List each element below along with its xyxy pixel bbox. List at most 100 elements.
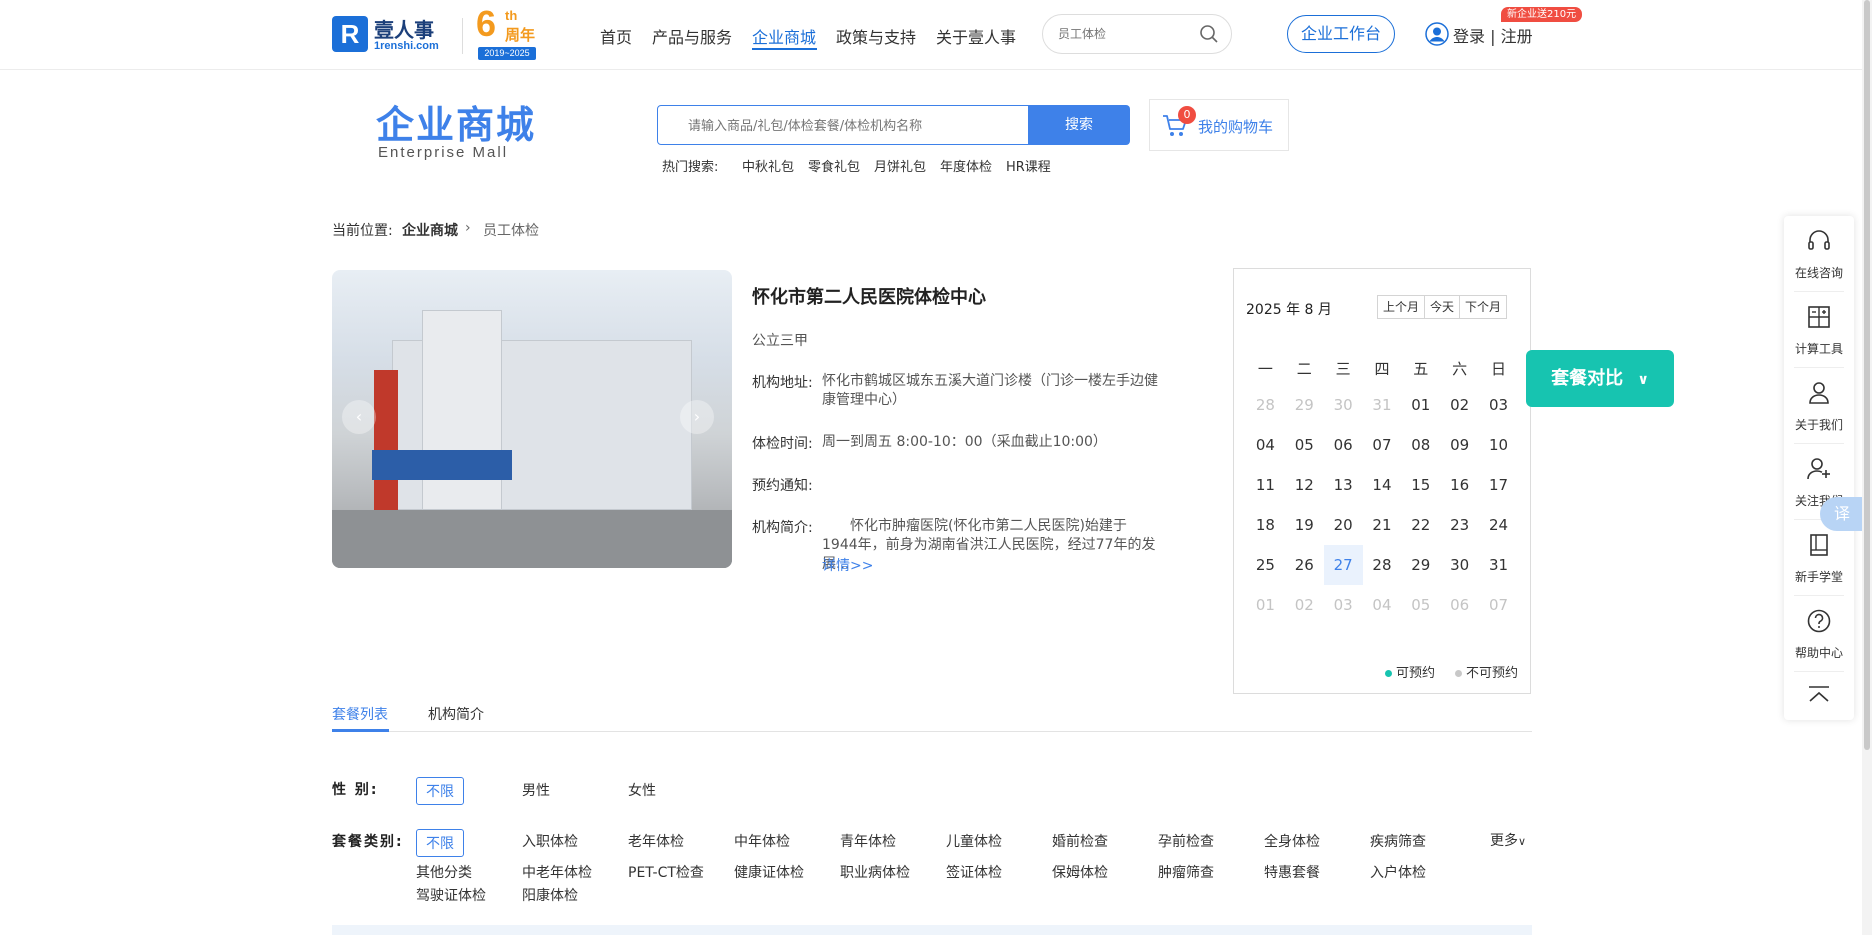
prev-month-button[interactable]: 上个月 xyxy=(1378,296,1426,318)
calendar-day[interactable]: 23 xyxy=(1440,505,1479,545)
category-option[interactable]: PET-CT检查 xyxy=(628,862,704,882)
nav-mall[interactable]: 企业商城 xyxy=(752,24,816,48)
category-option[interactable]: 职业病体检 xyxy=(840,862,910,882)
calendar-day[interactable]: 10 xyxy=(1479,425,1518,465)
calendar-day[interactable]: 13 xyxy=(1324,465,1363,505)
top-search-input[interactable] xyxy=(1058,24,1188,44)
calendar-day[interactable]: 12 xyxy=(1285,465,1324,505)
calendar-day[interactable]: 25 xyxy=(1246,545,1285,585)
calendar-day[interactable]: 03 xyxy=(1479,385,1518,425)
category-option[interactable]: 不限 xyxy=(416,829,464,857)
category-option[interactable]: 入职体检 xyxy=(522,831,578,851)
calendar-day[interactable]: 26 xyxy=(1285,545,1324,585)
calendar-day[interactable]: 30 xyxy=(1440,545,1479,585)
calendar-day[interactable]: 07 xyxy=(1363,425,1402,465)
category-option[interactable]: 中老年体检 xyxy=(522,862,592,882)
nav-policy[interactable]: 政策与支持 xyxy=(836,24,916,48)
nav-active-indicator xyxy=(752,48,817,50)
category-option[interactable]: 全身体检 xyxy=(1264,831,1320,851)
category-option[interactable]: 特惠套餐 xyxy=(1264,862,1320,882)
carousel-prev-icon[interactable]: ‹ xyxy=(342,400,376,434)
back-to-top-button[interactable] xyxy=(1784,672,1854,720)
calendar-day[interactable]: 05 xyxy=(1285,425,1324,465)
hot-search-item[interactable]: 零食礼包 xyxy=(808,156,860,175)
more-categories-button[interactable]: 更多∨ xyxy=(1490,830,1526,850)
sidebar-item-consult[interactable]: 在线咨询 xyxy=(1784,216,1854,292)
category-option[interactable]: 疾病筛查 xyxy=(1370,831,1426,851)
login-register-link[interactable]: 登录 | 注册 xyxy=(1453,23,1533,47)
category-option[interactable]: 驾驶证体检 xyxy=(416,885,486,905)
calendar-day[interactable]: 31 xyxy=(1479,545,1518,585)
carousel-next-icon[interactable]: › xyxy=(680,400,714,434)
logo-mark[interactable]: R xyxy=(332,16,368,52)
calendar-day[interactable]: 18 xyxy=(1246,505,1285,545)
tab-institution-intro[interactable]: 机构简介 xyxy=(428,704,484,724)
calendar-day[interactable]: 19 xyxy=(1285,505,1324,545)
tab-package-list[interactable]: 套餐列表 xyxy=(332,704,388,724)
gender-option[interactable]: 女性 xyxy=(628,780,656,800)
category-option[interactable]: 阳康体检 xyxy=(522,885,578,905)
gender-option[interactable]: 不限 xyxy=(416,777,464,805)
category-option[interactable]: 入户体检 xyxy=(1370,862,1426,882)
scrollbar-thumb[interactable] xyxy=(1864,0,1870,750)
calendar-day[interactable]: 16 xyxy=(1440,465,1479,505)
category-option[interactable]: 中年体检 xyxy=(734,831,790,851)
intro-more-link[interactable]: 详情>> xyxy=(822,555,873,575)
category-option[interactable]: 儿童体检 xyxy=(946,831,1002,851)
breadcrumb-item-mall[interactable]: 企业商城 xyxy=(402,220,458,240)
hot-search-item[interactable]: 月饼礼包 xyxy=(874,156,926,175)
hot-search-item[interactable]: HR课程 xyxy=(1006,156,1051,175)
category-option[interactable]: 老年体检 xyxy=(628,831,684,851)
shopping-cart-button[interactable]: 0 我的购物车 xyxy=(1149,99,1289,151)
nav-about[interactable]: 关于壹人事 xyxy=(936,24,1016,48)
nav-home[interactable]: 首页 xyxy=(600,24,632,48)
translate-button[interactable]: 译 xyxy=(1820,497,1864,531)
category-option[interactable]: 保姆体检 xyxy=(1052,862,1108,882)
top-search-box xyxy=(1042,14,1232,54)
hot-search-item[interactable]: 中秋礼包 xyxy=(742,156,794,175)
calendar-day[interactable]: 28 xyxy=(1363,545,1402,585)
today-button[interactable]: 今天 xyxy=(1425,296,1461,318)
address-label: 机构地址: xyxy=(752,375,813,391)
hot-search-item[interactable]: 年度体检 xyxy=(940,156,992,175)
calendar-day[interactable]: 29 xyxy=(1401,545,1440,585)
gender-option[interactable]: 男性 xyxy=(522,780,550,800)
mall-search-input[interactable] xyxy=(688,116,1008,136)
calendar-day[interactable]: 24 xyxy=(1479,505,1518,545)
calendar-day[interactable]: 22 xyxy=(1401,505,1440,545)
workbench-button[interactable]: 企业工作台 xyxy=(1287,15,1395,53)
nav-products[interactable]: 产品与服务 xyxy=(652,24,732,48)
mall-search-button[interactable]: 搜索 xyxy=(1028,105,1130,145)
calendar-day[interactable]: 08 xyxy=(1401,425,1440,465)
calendar-day[interactable]: 04 xyxy=(1246,425,1285,465)
next-month-button[interactable]: 下个月 xyxy=(1460,296,1506,318)
calendar-day[interactable]: 06 xyxy=(1324,425,1363,465)
sidebar-item-calculator[interactable]: 计算工具 xyxy=(1784,292,1854,368)
calendar-day[interactable]: 02 xyxy=(1440,385,1479,425)
sidebar-item-about[interactable]: 关于我们 xyxy=(1784,368,1854,444)
calendar-day[interactable]: 20 xyxy=(1324,505,1363,545)
side-toolbar: 在线咨询 计算工具 关于我们 关注我们 新手学堂 帮助中心 xyxy=(1784,216,1854,720)
calendar-day[interactable]: 01 xyxy=(1401,385,1440,425)
category-option[interactable]: 签证体检 xyxy=(946,862,1002,882)
calendar-day[interactable]: 11 xyxy=(1246,465,1285,505)
category-option[interactable]: 健康证体检 xyxy=(734,862,804,882)
category-option[interactable]: 婚前检查 xyxy=(1052,831,1108,851)
calendar-day[interactable]: 14 xyxy=(1363,465,1402,505)
category-option[interactable]: 其他分类 xyxy=(416,862,472,882)
sidebar-item-help[interactable]: 帮助中心 xyxy=(1784,596,1854,672)
package-compare-button[interactable]: 套餐对比 ∨ xyxy=(1526,350,1674,407)
sidebar-item-tutorial[interactable]: 新手学堂 xyxy=(1784,520,1854,596)
calendar-day-today[interactable]: 27 xyxy=(1323,545,1363,585)
calendar-day[interactable]: 21 xyxy=(1363,505,1402,545)
logo-name[interactable]: 壹人事 xyxy=(374,14,434,43)
category-option[interactable]: 孕前检查 xyxy=(1158,831,1214,851)
anniversary-years: 2019~2025 xyxy=(478,47,536,60)
user-avatar-icon[interactable] xyxy=(1425,22,1449,46)
search-icon[interactable] xyxy=(1199,24,1219,44)
calendar-day[interactable]: 17 xyxy=(1479,465,1518,505)
calendar-day[interactable]: 09 xyxy=(1440,425,1479,465)
category-option[interactable]: 青年体检 xyxy=(840,831,896,851)
category-option[interactable]: 肿瘤筛查 xyxy=(1158,862,1214,882)
calendar-day[interactable]: 15 xyxy=(1401,465,1440,505)
